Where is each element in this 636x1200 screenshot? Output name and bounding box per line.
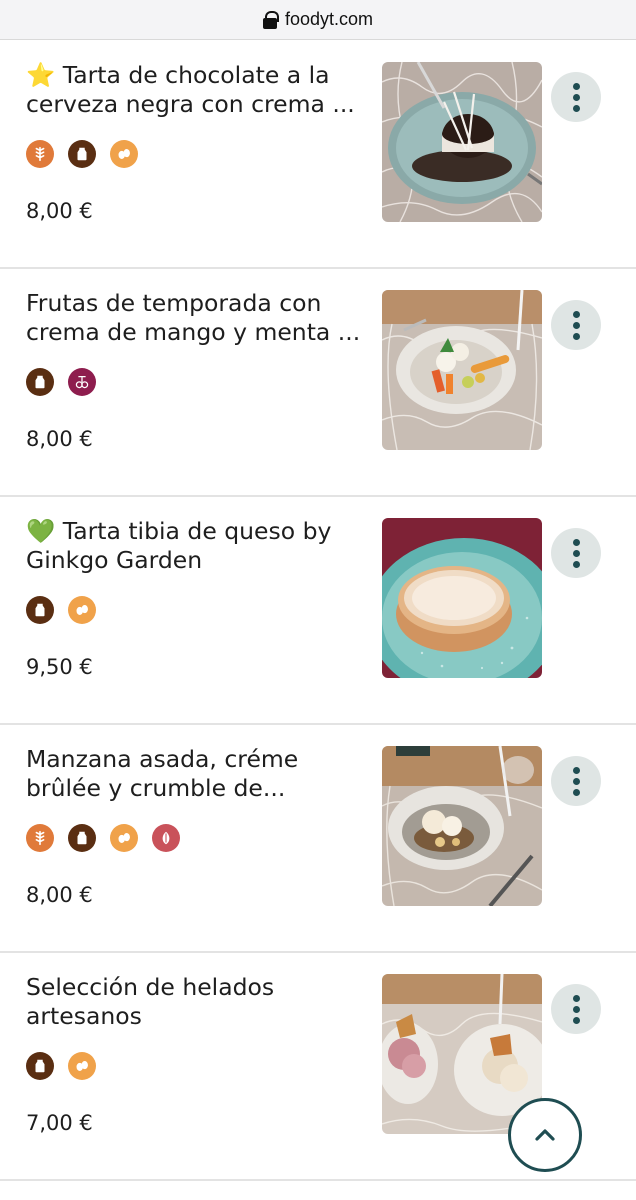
scroll-to-top-button[interactable] bbox=[508, 1098, 582, 1172]
dish-price: 8,00 € bbox=[26, 883, 93, 907]
dot-icon bbox=[572, 994, 580, 1002]
menu-item[interactable]: ⭐ Tarta de chocolate a la cerveza negra … bbox=[0, 41, 636, 269]
gluten-icon bbox=[26, 140, 54, 168]
dish-photo[interactable] bbox=[382, 518, 542, 678]
lock-icon bbox=[262, 10, 279, 29]
allergen-list bbox=[26, 140, 138, 168]
dish-photo[interactable] bbox=[382, 62, 542, 222]
dot-icon bbox=[572, 321, 580, 329]
dot-icon bbox=[572, 104, 580, 112]
menu-item[interactable]: 💚 Tarta tibia de queso by Ginkgo Garden … bbox=[0, 497, 636, 725]
more-options-button[interactable] bbox=[551, 756, 601, 806]
dish-price: 8,00 € bbox=[26, 199, 93, 223]
dish-title[interactable]: Selección de helados artesanos bbox=[26, 973, 371, 1031]
milk-icon bbox=[68, 824, 96, 852]
milk-icon bbox=[26, 368, 54, 396]
dot-icon bbox=[572, 93, 580, 101]
dish-price: 7,00 € bbox=[26, 1111, 93, 1135]
allergen-list bbox=[26, 1052, 96, 1080]
milk-icon bbox=[26, 1052, 54, 1080]
dish-title[interactable]: Manzana asada, créme brûlée y crumble de… bbox=[26, 745, 371, 803]
dot-icon bbox=[572, 310, 580, 318]
milk-icon bbox=[68, 140, 96, 168]
eggs-icon bbox=[68, 1052, 96, 1080]
chevron-up-icon bbox=[535, 1129, 555, 1141]
browser-url-bar[interactable]: foodyt.com bbox=[0, 0, 636, 40]
dish-price: 8,00 € bbox=[26, 427, 93, 451]
dot-icon bbox=[572, 332, 580, 340]
menu-item-list: ⭐ Tarta de chocolate a la cerveza negra … bbox=[0, 41, 636, 1181]
allergen-list bbox=[26, 368, 96, 396]
sulphites-icon bbox=[68, 368, 96, 396]
dish-title[interactable]: ⭐ Tarta de chocolate a la cerveza negra … bbox=[26, 61, 371, 119]
menu-item[interactable]: Manzana asada, créme brûlée y crumble de… bbox=[0, 725, 636, 953]
more-options-button[interactable] bbox=[551, 300, 601, 350]
dish-price: 9,50 € bbox=[26, 655, 93, 679]
dot-icon bbox=[572, 777, 580, 785]
eggs-icon bbox=[110, 140, 138, 168]
dot-icon bbox=[572, 538, 580, 546]
gluten-icon bbox=[26, 824, 54, 852]
dot-icon bbox=[572, 82, 580, 90]
url-text: foodyt.com bbox=[284, 9, 374, 29]
dot-icon bbox=[572, 766, 580, 774]
allergen-list bbox=[26, 824, 180, 852]
dot-icon bbox=[572, 1016, 580, 1024]
dish-photo[interactable] bbox=[382, 746, 542, 906]
dot-icon bbox=[572, 788, 580, 796]
eggs-icon bbox=[68, 596, 96, 624]
more-options-button[interactable] bbox=[551, 984, 601, 1034]
menu-item[interactable]: Frutas de temporada con crema de mango y… bbox=[0, 269, 636, 497]
dot-icon bbox=[572, 549, 580, 557]
allergen-list bbox=[26, 596, 96, 624]
dot-icon bbox=[572, 560, 580, 568]
nuts-icon bbox=[152, 824, 180, 852]
dot-icon bbox=[572, 1005, 580, 1013]
more-options-button[interactable] bbox=[551, 528, 601, 578]
dish-photo[interactable] bbox=[382, 290, 542, 450]
milk-icon bbox=[26, 596, 54, 624]
dish-title[interactable]: Frutas de temporada con crema de mango y… bbox=[26, 289, 371, 347]
dish-title[interactable]: 💚 Tarta tibia de queso by Ginkgo Garden bbox=[26, 517, 371, 575]
eggs-icon bbox=[110, 824, 138, 852]
more-options-button[interactable] bbox=[551, 72, 601, 122]
